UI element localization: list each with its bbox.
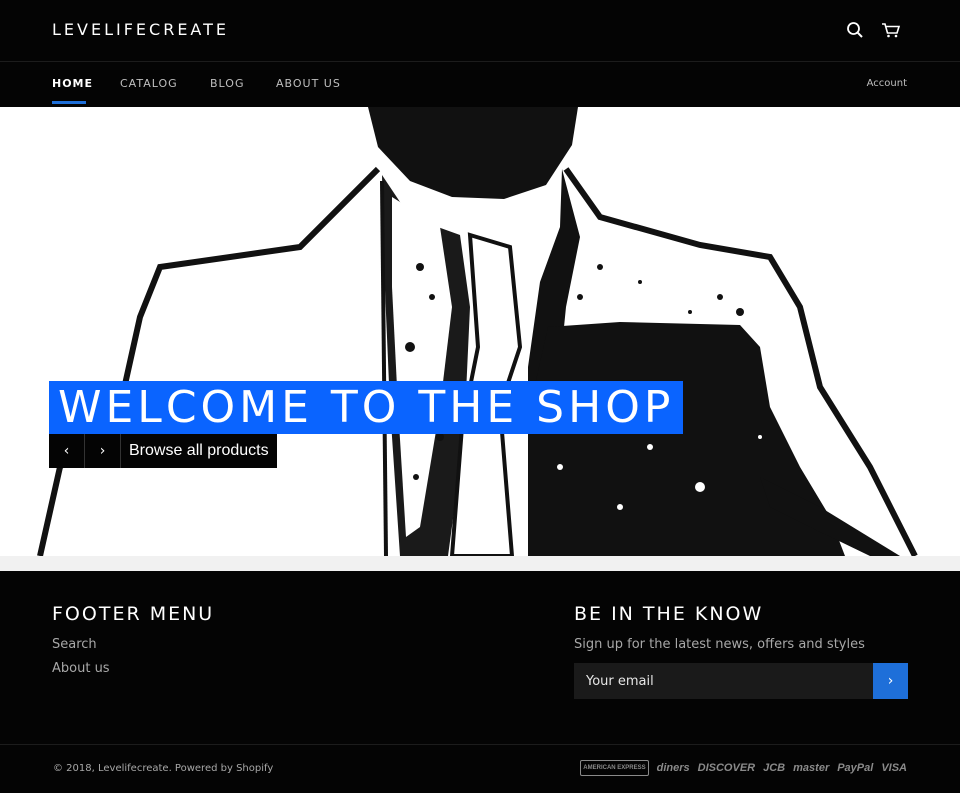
- cart-icon[interactable]: [881, 20, 901, 40]
- site-logo[interactable]: LEVELIFECREATE: [52, 20, 229, 39]
- main-nav: HOME CATALOG BLOG ABOUT US: [0, 62, 960, 107]
- newsletter-title: BE IN THE KNOW: [574, 603, 764, 625]
- newsletter-subtitle: Sign up for the latest news, offers and …: [574, 637, 865, 652]
- footer-link-about-us[interactable]: About us: [52, 661, 110, 676]
- search-icon[interactable]: [845, 20, 865, 40]
- browse-all-products-button[interactable]: Browse all products: [121, 434, 277, 468]
- hero-slideshow: [0, 107, 960, 556]
- section-divider: [0, 556, 960, 571]
- hero-title: WELCOME TO THE SHOP: [49, 381, 684, 434]
- account-link[interactable]: Account: [867, 78, 907, 89]
- chevron-left-icon[interactable]: ‹: [49, 434, 85, 468]
- payment-icons: AMERICAN EXPRESS diners DISCOVER JCB mas…: [580, 760, 907, 776]
- diners-icon: diners: [656, 762, 690, 774]
- discover-icon: DISCOVER: [697, 762, 756, 774]
- paypal-icon: PayPal: [837, 762, 874, 774]
- newsletter-submit-button[interactable]: ›: [873, 663, 908, 699]
- slideshow-controls: ‹ › Browse all products: [49, 434, 277, 468]
- copyright: © 2018, Levelifecreate. Powered by Shopi…: [53, 763, 274, 774]
- jcb-icon: JCB: [763, 762, 786, 774]
- nav-home[interactable]: HOME: [52, 77, 93, 90]
- chevron-right-icon[interactable]: ›: [85, 434, 121, 468]
- nav-about-us[interactable]: ABOUT US: [276, 77, 341, 90]
- nav-catalog[interactable]: CATALOG: [120, 77, 178, 90]
- site-footer: FOOTER MENU Search About us BE IN THE KN…: [0, 571, 960, 793]
- footer-divider: [0, 744, 960, 745]
- footer-link-search[interactable]: Search: [52, 637, 97, 652]
- email-field[interactable]: [574, 663, 873, 699]
- active-nav-indicator: [52, 101, 86, 104]
- amex-icon: AMERICAN EXPRESS: [580, 760, 649, 776]
- visa-icon: VISA: [881, 762, 907, 774]
- mastercard-icon: master: [793, 762, 830, 774]
- nav-blog[interactable]: BLOG: [210, 77, 244, 90]
- hero-illustration: [37, 107, 918, 556]
- footer-menu-title: FOOTER MENU: [52, 603, 215, 625]
- site-header: LEVELIFECREATE: [0, 0, 960, 62]
